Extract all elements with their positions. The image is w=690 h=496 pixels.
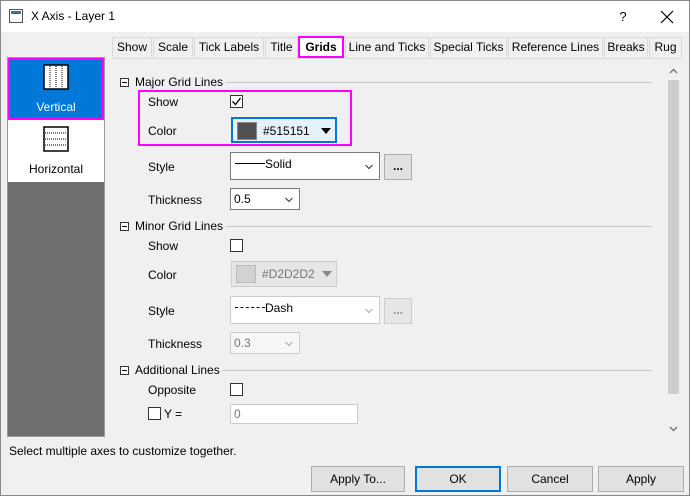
major-style-more-button[interactable]: ... <box>384 154 412 180</box>
tab-line-and-ticks[interactable]: Line and Ticks <box>345 37 429 57</box>
color-swatch <box>237 122 257 140</box>
tab-special-ticks[interactable]: Special Ticks <box>430 37 507 57</box>
checkmark-icon <box>232 97 242 106</box>
tab-scale[interactable]: Scale <box>153 37 193 57</box>
minor-style-label: Style <box>148 304 175 318</box>
dash-line-preview <box>235 307 265 308</box>
tab-breaks[interactable]: Breaks <box>604 37 648 57</box>
additional-header-label: Additional Lines <box>135 363 220 377</box>
help-button[interactable]: ? <box>613 7 633 27</box>
minor-style-dropdown[interactable]: Dash <box>230 296 380 324</box>
scrollbar-thumb[interactable] <box>668 80 679 394</box>
collapse-icon[interactable] <box>120 78 129 87</box>
vertical-scrollbar[interactable] <box>665 63 682 437</box>
close-button[interactable] <box>655 5 679 29</box>
y-value-input[interactable]: 0 <box>230 404 358 424</box>
minor-show-label: Show <box>148 239 179 253</box>
sidebar-item-label: Vertical <box>36 100 76 114</box>
major-color-dropdown[interactable]: #515151 <box>231 117 337 143</box>
status-text: Select multiple axes to customize togeth… <box>9 444 237 458</box>
sidebar-item-vertical[interactable]: Vertical <box>8 58 104 120</box>
major-header-label: Major Grid Lines <box>135 75 224 89</box>
tab-title[interactable]: Title <box>265 37 298 57</box>
major-style-label: Style <box>148 160 175 174</box>
minor-color-dropdown[interactable]: #D2D2D2 <box>231 261 337 287</box>
cancel-button[interactable]: Cancel <box>507 466 593 492</box>
scroll-down-icon[interactable] <box>669 424 678 433</box>
opposite-checkbox[interactable] <box>230 383 243 396</box>
axis-dialog: X Axis - Layer 1 ? Vertical Horizontal S… <box>0 0 690 496</box>
section-divider <box>222 370 652 371</box>
y-equals-checkbox[interactable] <box>148 407 161 420</box>
major-show-label: Show <box>148 95 179 109</box>
title-bar: X Axis - Layer 1 ? <box>1 1 689 32</box>
collapse-icon[interactable] <box>120 222 129 231</box>
color-swatch <box>236 265 256 283</box>
apply-to-button[interactable]: Apply To... <box>311 466 405 492</box>
minor-show-checkbox[interactable] <box>230 239 243 252</box>
tab-grids[interactable]: Grids <box>298 36 344 58</box>
minor-color-value: #D2D2D2 <box>262 267 315 281</box>
sidebar-item-label: Horizontal <box>28 162 84 176</box>
apply-button[interactable]: Apply <box>598 466 684 492</box>
major-style-value: Solid <box>265 157 292 171</box>
minor-grid-header[interactable]: Minor Grid Lines <box>120 219 223 233</box>
minor-header-label: Minor Grid Lines <box>135 219 224 233</box>
chevron-down-icon <box>285 197 293 203</box>
tab-rug[interactable]: Rug <box>649 37 682 57</box>
major-show-checkbox[interactable] <box>230 95 243 108</box>
section-divider <box>226 82 652 83</box>
tab-tick-labels[interactable]: Tick Labels <box>194 37 264 57</box>
major-thickness-value: 0.5 <box>234 192 251 206</box>
sidebar-item-horizontal[interactable]: Horizontal <box>8 120 104 182</box>
window-title: X Axis - Layer 1 <box>31 9 116 23</box>
ok-button[interactable]: OK <box>415 466 501 492</box>
minor-thickness-label: Thickness <box>148 337 203 351</box>
additional-lines-header[interactable]: Additional Lines <box>120 363 220 377</box>
grids-panel: Major Grid Lines Show Color #515151 Styl… <box>112 59 682 437</box>
chevron-down-icon <box>365 164 373 170</box>
chevron-down-icon <box>365 308 373 314</box>
tab-reference-lines[interactable]: Reference Lines <box>508 37 603 57</box>
app-window-icon <box>9 9 23 23</box>
dropdown-arrow-icon <box>321 128 331 134</box>
horizontal-grid-icon <box>43 126 69 152</box>
axis-selector-panel: Vertical Horizontal <box>7 57 105 437</box>
major-color-label: Color <box>148 124 177 138</box>
y-equals-label: Y = <box>164 407 183 421</box>
major-thickness-label: Thickness <box>148 193 203 207</box>
close-icon <box>660 10 674 24</box>
tab-strip: Show Scale Tick Labels Title Grids Line … <box>112 36 682 58</box>
tab-show[interactable]: Show <box>112 37 152 57</box>
minor-style-value: Dash <box>265 301 294 315</box>
chevron-down-icon <box>285 341 293 347</box>
dropdown-arrow-icon <box>322 271 332 277</box>
opposite-label: Opposite <box>148 383 197 397</box>
minor-thickness-value: 0.3 <box>234 336 251 350</box>
minor-color-label: Color <box>148 268 177 282</box>
scroll-up-icon[interactable] <box>669 67 678 76</box>
major-style-dropdown[interactable]: Solid <box>230 152 380 180</box>
major-grid-header[interactable]: Major Grid Lines <box>120 75 223 89</box>
major-color-value: #515151 <box>263 124 310 138</box>
minor-thickness-dropdown[interactable]: 0.3 <box>230 332 300 354</box>
solid-line-preview <box>235 163 265 164</box>
vertical-grid-icon <box>43 64 69 90</box>
collapse-icon[interactable] <box>120 366 129 375</box>
major-thickness-dropdown[interactable]: 0.5 <box>230 188 300 210</box>
minor-style-more-button[interactable]: ... <box>384 298 412 324</box>
section-divider <box>226 226 652 227</box>
